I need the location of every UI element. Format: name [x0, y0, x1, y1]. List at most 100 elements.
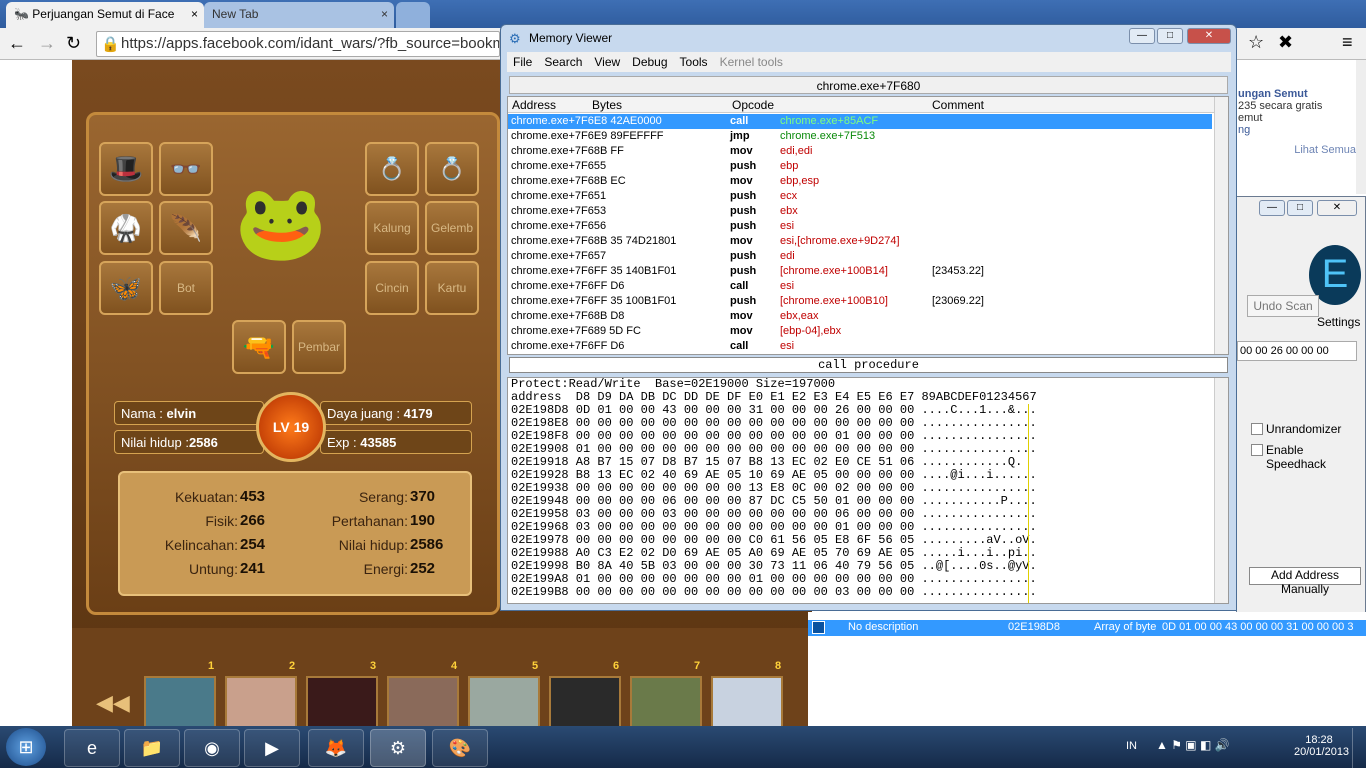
unrandomizer-checkbox[interactable]: [1251, 423, 1263, 435]
active-checkbox[interactable]: [812, 621, 825, 634]
close-button[interactable]: ✕: [1187, 28, 1231, 44]
disassembler-row[interactable]: chrome.exe+7F68B 35 74D21801 mov esi,[chro…: [508, 234, 1212, 249]
tab-game[interactable]: 🐜 Perjuangan Semut di Face ×: [6, 2, 204, 28]
hex-scrollbar[interactable]: [1214, 378, 1228, 603]
close-icon[interactable]: ×: [381, 7, 388, 21]
minimize-button[interactable]: —: [1259, 200, 1285, 216]
friend-avatar[interactable]: [711, 676, 783, 730]
disassembler-row[interactable]: chrome.exe+7F657 push edi: [508, 249, 1212, 264]
rewind-icon[interactable]: ◀◀: [96, 690, 130, 716]
disassembler-view[interactable]: Address Bytes Opcode Comment chrome.exe+…: [507, 96, 1229, 355]
stat-label: Fisik:: [205, 513, 238, 529]
stat-value: 241: [240, 560, 266, 577]
equip-slot-armor[interactable]: 🥋: [99, 201, 153, 255]
friend-avatar[interactable]: [225, 676, 297, 730]
menu-file[interactable]: File: [507, 52, 538, 72]
equip-slot-feather[interactable]: 🪶: [159, 201, 213, 255]
operand: ebp,esp: [780, 175, 820, 187]
equip-slot-kartu[interactable]: Kartu: [425, 261, 479, 315]
equip-slot-bot[interactable]: Bot: [159, 261, 213, 315]
disassembler-row[interactable]: chrome.exe+7F6E9 89FEFFFF jmp chrome.exe+7…: [508, 129, 1212, 144]
show-desktop-button[interactable]: [1352, 728, 1366, 768]
menu-tools[interactable]: Tools: [674, 52, 714, 72]
hex-view[interactable]: Protect:Read/Write Base=02E19000 Size=19…: [507, 377, 1229, 604]
equip-slot-gelemb[interactable]: Gelemb: [425, 201, 479, 255]
maximize-button[interactable]: □: [1287, 200, 1313, 216]
language-indicator[interactable]: IN: [1126, 740, 1137, 752]
chrome-icon[interactable]: ◉: [184, 729, 240, 767]
media-player-icon[interactable]: ▶: [244, 729, 300, 767]
disassembler-row[interactable]: chrome.exe+7F653 push ebx: [508, 204, 1212, 219]
disassembler-scrollbar[interactable]: [1214, 97, 1228, 354]
ie-icon[interactable]: e: [64, 729, 120, 767]
disassembler-row[interactable]: chrome.exe+7F6FF D6 call esi: [508, 339, 1212, 354]
disassembler-row[interactable]: chrome.exe+7F655 push ebp: [508, 159, 1212, 174]
tab-new[interactable]: New Tab ×: [204, 2, 394, 28]
clock[interactable]: 18:28 20/01/2013: [1294, 734, 1349, 758]
menu-search[interactable]: Search: [538, 52, 588, 72]
equip-slot-pembar[interactable]: Pembar: [292, 320, 346, 374]
cheat-engine-taskbar-icon[interactable]: ⚙: [370, 729, 426, 767]
equip-slot-wings[interactable]: 🦋: [99, 261, 153, 315]
equip-slot-glasses[interactable]: 👓: [159, 142, 213, 196]
stat-value: 453: [240, 488, 266, 505]
hex-row[interactable]: 02E199B8 00 00 00 00 00 00 00 00 00 00 0…: [508, 586, 1228, 599]
reload-icon[interactable]: ↻: [66, 33, 81, 54]
equip-slot-kalung[interactable]: Kalung: [365, 201, 419, 255]
friend-avatar[interactable]: [549, 676, 621, 730]
disassembler-row[interactable]: chrome.exe+7F68B FF mov edi,edi: [508, 144, 1212, 159]
disassembler-row[interactable]: chrome.exe+7F689 5D FC mov [ebp-04],ebx: [508, 324, 1212, 339]
start-button[interactable]: ⊞: [6, 728, 46, 766]
disassembler-row[interactable]: chrome.exe+7F68B EC mov ebp,esp: [508, 174, 1212, 189]
scan-value-input[interactable]: 00 00 26 00 00 00: [1237, 341, 1357, 361]
tray-icons[interactable]: ▲ ⚑ ▣ ◧ 🔊: [1156, 738, 1230, 752]
friend-avatar[interactable]: [387, 676, 459, 730]
menu-view[interactable]: View: [588, 52, 626, 72]
equip-slot-ring-1[interactable]: 💍: [365, 142, 419, 196]
minimize-button[interactable]: —: [1129, 28, 1155, 44]
undo-scan-button[interactable]: Undo Scan: [1247, 295, 1319, 317]
friend-avatar[interactable]: [630, 676, 702, 730]
equip-slot-cincin[interactable]: Cincin: [365, 261, 419, 315]
close-icon[interactable]: ×: [191, 7, 198, 21]
disassembler-row[interactable]: chrome.exe+7F656 push esi: [508, 219, 1212, 234]
col-comment[interactable]: Comment: [932, 98, 984, 112]
disassembler-row[interactable]: chrome.exe+7F6FF D6 call esi: [508, 279, 1212, 294]
friend-avatar[interactable]: [306, 676, 378, 730]
firefox-icon[interactable]: 🦊: [308, 729, 364, 767]
col-address[interactable]: Address: [512, 98, 556, 112]
close-x-icon[interactable]: ✖: [1278, 32, 1293, 53]
back-icon[interactable]: ←: [8, 33, 26, 54]
page-scrollbar[interactable]: [1356, 60, 1366, 194]
star-icon[interactable]: ☆: [1248, 32, 1264, 53]
maximize-button[interactable]: □: [1157, 28, 1183, 44]
menu-icon[interactable]: ≡: [1342, 32, 1353, 53]
col-opcode[interactable]: Opcode: [732, 98, 774, 112]
explorer-icon[interactable]: 📁: [124, 729, 180, 767]
col-bytes[interactable]: Bytes: [592, 98, 622, 112]
close-button[interactable]: ✕: [1317, 200, 1357, 216]
friend-avatar[interactable]: [468, 676, 540, 730]
disassembler-row[interactable]: chrome.exe+7F6FF 35 140B1F01 push [chrome.…: [508, 264, 1212, 279]
disassembler-row[interactable]: chrome.exe+7F68B D8 mov ebx,eax: [508, 309, 1212, 324]
address-bar[interactable]: 🔒 https://apps.facebook.com/idant_wars/?f…: [96, 31, 500, 57]
equip-slot-hat[interactable]: 🎩: [99, 142, 153, 196]
paint-icon[interactable]: 🎨: [432, 729, 488, 767]
address-list-row[interactable]: No description 02E198D8 Array of byte 0D…: [808, 620, 1366, 636]
menu-debug[interactable]: Debug: [626, 52, 673, 72]
disassembler-row[interactable]: chrome.exe+7F6FF 35 100B1F01 push [chrome.…: [508, 294, 1212, 309]
operand: esi: [780, 220, 795, 232]
forward-icon[interactable]: →: [38, 33, 56, 54]
new-tab-button[interactable]: [396, 2, 430, 28]
equip-slot-weapon[interactable]: 🔫: [232, 320, 286, 374]
menu-kernel-tools[interactable]: Kernel tools: [714, 52, 789, 72]
menu-bar: File Search View Debug Tools Kernel tools: [507, 52, 1231, 72]
disassembler-row[interactable]: chrome.exe+7F6E8 42AE0000 call chrome.exe+…: [508, 114, 1212, 129]
add-address-button[interactable]: Add Address Manually: [1249, 567, 1361, 596]
disassembler-row[interactable]: chrome.exe+7F651 push ecx: [508, 189, 1212, 204]
see-all-link[interactable]: Lihat Semua: [1238, 144, 1356, 156]
friend-avatar[interactable]: [144, 676, 216, 730]
settings-button[interactable]: Settings: [1317, 315, 1360, 329]
speedhack-checkbox[interactable]: [1251, 444, 1263, 456]
equip-slot-ring-2[interactable]: 💍: [425, 142, 479, 196]
